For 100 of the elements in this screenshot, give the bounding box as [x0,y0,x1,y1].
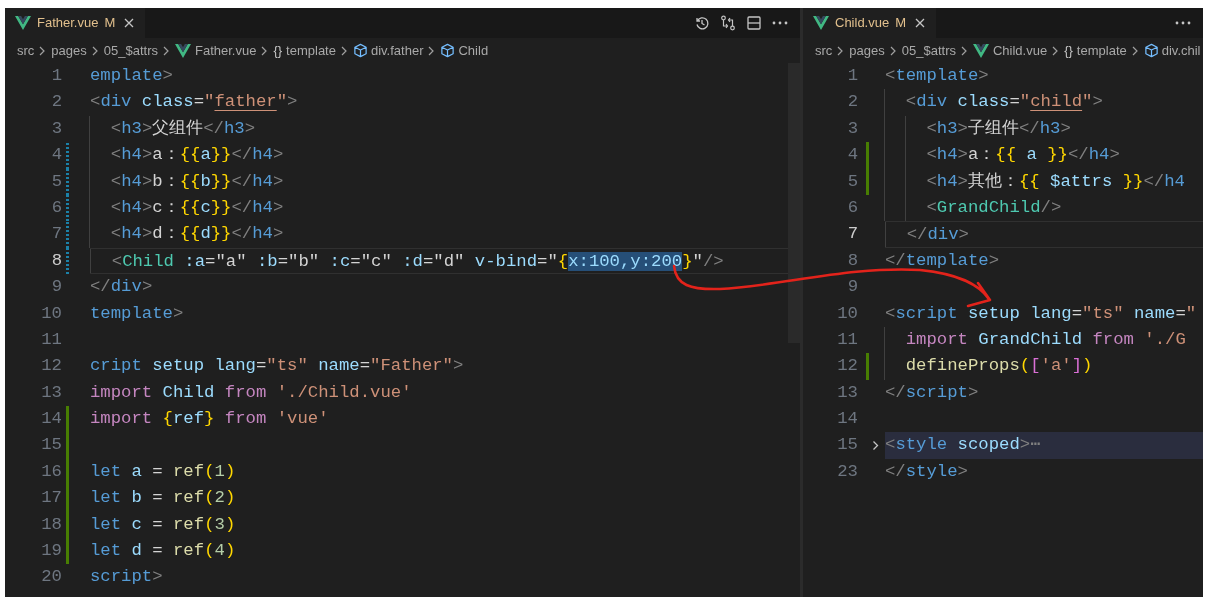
editor-tab[interactable]: Father.vue M [5,8,146,38]
code-line: import {ref} from 'vue' [90,409,329,429]
chevron-right-icon [261,45,269,56]
line-number: 14 [40,408,62,431]
line-number: 14 [836,408,858,431]
code-line: <div class="father"> [90,92,298,112]
line-number: 12 [836,355,858,378]
code-line: let a = ref(1) [90,461,236,481]
line-number: 4 [846,144,858,167]
line-number: 10 [836,302,858,325]
chevron-right-icon [340,45,348,56]
close-icon[interactable] [914,17,927,29]
code-line: <h3>子组件</h3> [925,118,1071,138]
line-number: 2 [50,91,62,114]
code-line: let c = ref(3) [90,514,236,534]
history-icon[interactable] [694,15,710,31]
modified-label: M [104,14,116,33]
chevron-right-icon [39,45,47,56]
chevron-right-icon [837,45,845,56]
line-number: 10 [40,302,62,325]
code-line: <h4>d：{{d}}</h4> [109,224,284,244]
breadcrumb-item[interactable]: src [17,40,35,61]
line-number: 9 [50,276,62,299]
chevron-right-icon [960,45,968,56]
breadcrumb-item[interactable]: src [815,40,833,61]
breadcrumb-item[interactable]: Child.vue [972,40,1048,61]
modified-label: M [895,14,907,33]
code-line: <h4>a：{{ a }}</h4> [925,145,1120,165]
breadcrumb-item[interactable]: 05_$attrs [901,40,956,61]
breadcrumb-item[interactable]: {} template [1064,40,1127,61]
breadcrumb-item[interactable]: pages [51,40,87,61]
line-number: 11 [40,328,62,351]
code-line: <div class="child"> [904,92,1103,112]
chevron-right-icon [162,45,170,56]
line-number: 12 [40,355,62,378]
code-line: <h4>c：{{c}}</h4> [109,197,284,217]
code-line: import Child from './Child.vue' [90,382,412,402]
fold-chevron-icon[interactable] [872,440,880,452]
code-line: defineProps(['a']) [904,356,1093,376]
line-number: 17 [40,487,62,510]
split-editor-icon[interactable] [746,15,762,31]
code-line: let d = ref(4) [90,541,236,561]
line-number: 4 [50,144,62,167]
line-number: 3 [50,117,62,140]
code-line: <script setup lang="ts" name=" [885,303,1197,323]
breadcrumb-item[interactable]: pages [849,40,885,61]
line-number: 1 [50,65,62,87]
code-line: <h4>b：{{b}}</h4> [109,171,284,191]
scrollbar[interactable] [788,63,800,343]
line-number: 6 [846,196,858,219]
line-number: 8 [50,249,62,272]
cube-icon [352,43,368,58]
code-line: </template> [885,250,1000,270]
line-number: 23 [836,460,858,483]
line-number: 5 [846,170,858,193]
code-line: </div> [90,277,153,297]
code-line: let b = ref(2) [90,488,236,508]
line-number: 15 [40,434,62,457]
code-line: emplate> [90,66,173,85]
vue-logo-icon [972,43,989,58]
code-line: <template> [885,66,989,85]
more-icon[interactable] [772,21,788,25]
line-number: 19 [40,540,62,563]
breadcrumb-item[interactable]: Child [440,40,489,61]
cube-icon [1143,43,1159,58]
line-number: 2 [846,91,858,114]
chevron-right-icon [889,45,897,56]
code-line: <GrandChild/> [925,197,1062,217]
more-icon[interactable] [1175,21,1191,25]
close-icon[interactable] [123,17,136,29]
line-number: 7 [846,223,858,246]
breadcrumb-item[interactable]: {} template [273,40,336,61]
line-number: 18 [40,513,62,536]
line-number: 9 [846,276,858,299]
line-number: 15 [836,434,858,457]
vue-logo-icon [15,16,31,30]
code-line: import GrandChild from './G [904,329,1186,349]
line-number: 8 [846,249,858,272]
vue-logo-icon [174,43,191,58]
line-number: 11 [836,328,858,351]
line-number: 5 [50,170,62,193]
breadcrumb-item[interactable]: Father.vue [174,40,257,61]
code-line: <h4>其他：{{ $attrs }}</h4 [925,171,1185,191]
chevron-right-icon [91,45,99,56]
breadcrumb-item[interactable]: 05_$attrs [103,40,158,61]
breadcrumb-item[interactable]: div.father [352,40,424,61]
code-line: <h3>父组件</h3> [109,118,256,138]
line-number: 7 [50,223,62,246]
line-number: 1 [846,65,858,87]
editor-tab[interactable]: Child.vue M [803,8,937,38]
breadcrumb-item[interactable]: div.chil [1143,40,1201,61]
code-line: <style scoped>⋯ [885,435,1041,455]
line-number: 13 [836,381,858,404]
line-number: 3 [846,117,858,140]
line-number: 20 [40,566,62,589]
line-number: 13 [40,381,62,404]
vue-logo-icon [813,16,829,30]
compare-changes-icon[interactable] [720,15,736,31]
code-line: <h4>a：{{a}}</h4> [109,145,284,165]
chevron-right-icon [428,45,436,56]
